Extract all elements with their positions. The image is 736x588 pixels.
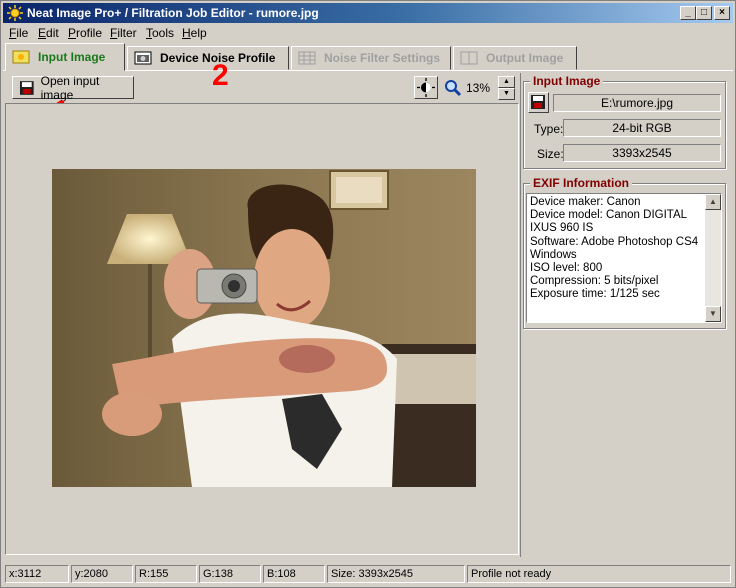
status-size: Size: 3393x2545	[327, 565, 465, 583]
zoom-up-button[interactable]: ▲	[498, 76, 515, 88]
title-bar: Neat Image Pro+ / Filtration Job Editor …	[3, 3, 733, 23]
floppy-icon	[531, 95, 545, 109]
menu-bar: File Edit Profile Filter Tools Help	[3, 24, 733, 42]
input-photo[interactable]	[52, 169, 476, 487]
sun-icon	[12, 50, 30, 64]
exif-text-area[interactable]: Device maker: Canon Device model: Canon …	[526, 193, 722, 323]
menu-filter[interactable]: Filter	[110, 26, 137, 40]
window-title: Neat Image Pro+ / Filtration Job Editor …	[27, 6, 319, 20]
zoom-down-button[interactable]: ▼	[498, 88, 515, 100]
tab-input-image[interactable]: Input Image	[5, 43, 125, 71]
annotation-number-two: 2	[212, 59, 229, 92]
status-y: y:2080	[71, 565, 133, 583]
camera-profile-icon	[134, 51, 152, 65]
tab-label: Noise Filter Settings	[324, 51, 441, 65]
input-image-group-title: Input Image	[530, 74, 604, 88]
menu-edit[interactable]: Edit	[38, 26, 59, 40]
exif-group-title: EXIF Information	[530, 176, 632, 190]
output-image-icon	[460, 51, 478, 65]
status-b: B:108	[263, 565, 325, 583]
zoom-magnifier-icon[interactable]	[444, 79, 462, 97]
tab-label: Output Image	[486, 51, 564, 65]
tab-strip: Input Image Device Noise Profile Noise F…	[3, 43, 733, 71]
minimize-button[interactable]: _	[680, 6, 696, 20]
status-g: G:138	[199, 565, 261, 583]
menu-help[interactable]: Help	[182, 26, 207, 40]
app-window: Neat Image Pro+ / Filtration Job Editor …	[0, 0, 736, 588]
scroll-up-button[interactable]: ▲	[705, 194, 721, 210]
exif-scrollbar[interactable]: ▲ ▼	[705, 194, 721, 322]
menu-profile[interactable]: Profile	[68, 26, 102, 40]
size-value-field: 3393x2545	[563, 144, 721, 162]
tab-device-noise-profile[interactable]: Device Noise Profile	[127, 46, 289, 70]
app-sun-icon	[7, 5, 23, 21]
filter-grid-icon	[298, 51, 316, 65]
scroll-down-button[interactable]: ▼	[705, 306, 721, 322]
open-input-image-button[interactable]: Open input image	[12, 74, 134, 102]
tab-output-image[interactable]: Output Image	[453, 46, 577, 70]
tab-noise-filter-settings[interactable]: Noise Filter Settings	[291, 46, 451, 70]
brightness-icon	[417, 78, 435, 97]
maximize-button[interactable]: □	[696, 6, 712, 20]
load-image-button[interactable]	[528, 92, 549, 113]
close-button[interactable]: ×	[714, 6, 730, 20]
menu-file[interactable]: File	[9, 26, 28, 40]
exif-text: Device maker: Canon Device model: Canon …	[530, 196, 699, 301]
status-r: R:155	[135, 565, 197, 583]
input-path-field: E:\rumore.jpg	[553, 94, 721, 112]
type-value-field: 24-bit RGB	[563, 119, 721, 137]
status-profile: Profile not ready	[467, 565, 731, 583]
status-bar: x:3112 y:2080 R:155 G:138 B:108 Size: 33…	[3, 563, 733, 585]
panel-divider	[520, 73, 521, 557]
type-label: Type:	[534, 122, 564, 136]
floppy-open-icon	[19, 80, 34, 95]
zoom-level: 13%	[466, 81, 491, 95]
size-label: Size:	[537, 147, 564, 161]
status-x: x:3112	[5, 565, 69, 583]
brightness-button[interactable]	[414, 76, 438, 99]
menu-tools[interactable]: Tools	[146, 26, 174, 40]
tab-label: Input Image	[38, 50, 106, 64]
